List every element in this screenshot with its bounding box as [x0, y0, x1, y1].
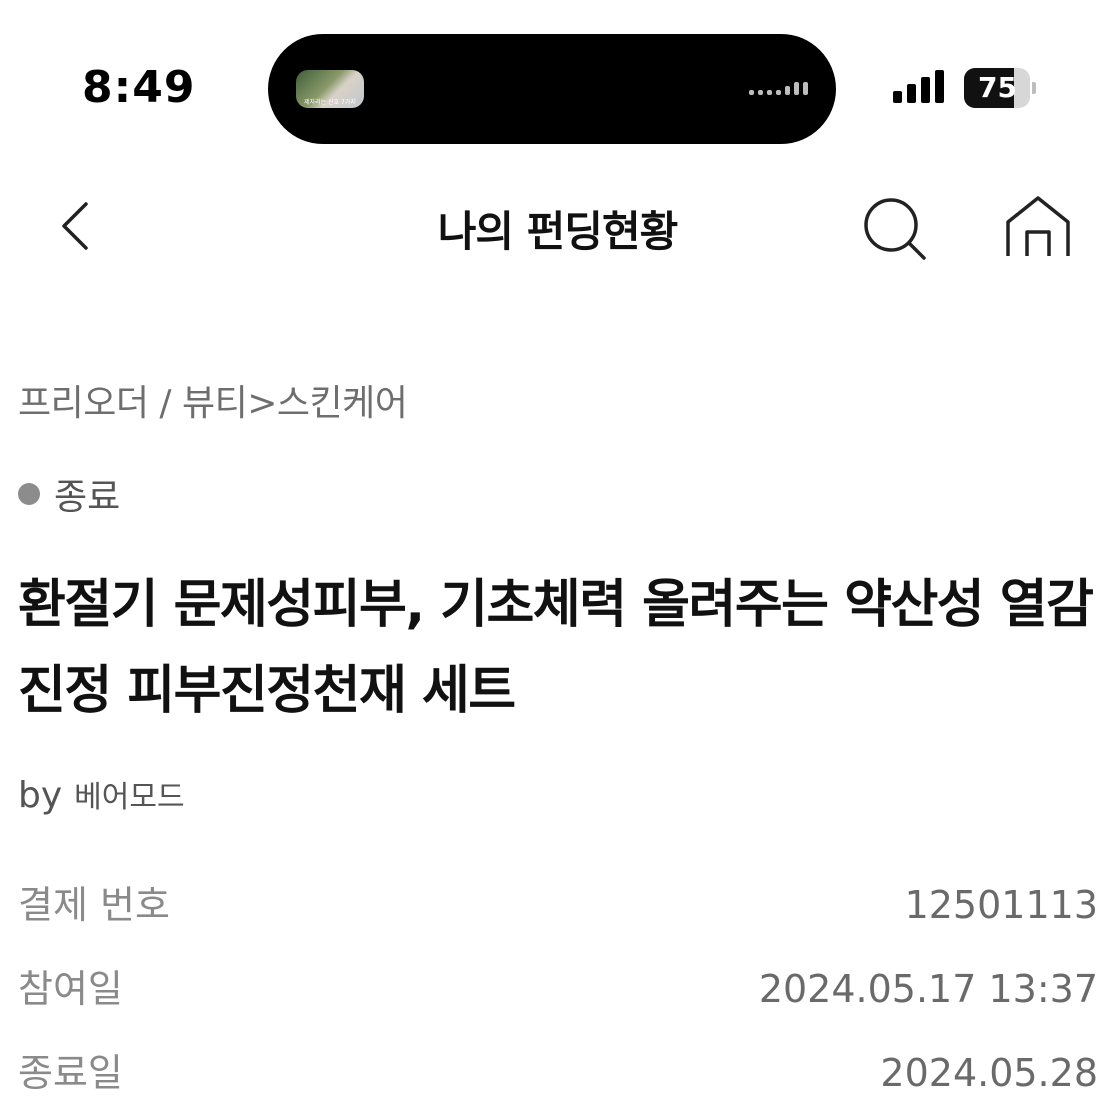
search-icon — [864, 198, 926, 260]
screen: 8:49 제자리는 신호 7가지 75 나의 펀딩현황 프리오더 / 뷰티>스킨… — [0, 0, 1115, 1115]
project-status: 종료 — [18, 468, 120, 520]
status-badge: 종료 — [54, 477, 121, 518]
battery-cap — [1032, 82, 1036, 94]
participation-date-label: 참여일 — [18, 967, 123, 1011]
search-button[interactable] — [860, 194, 930, 264]
home-button[interactable] — [1002, 192, 1074, 264]
end-date-value: 2024.05.28 — [880, 1051, 1098, 1095]
maker-name[interactable]: 베어모드 — [74, 772, 184, 816]
video-thumbnail[interactable]: 제자리는 신호 7가지 — [296, 70, 364, 108]
payment-number-value: 12501113 — [904, 883, 1098, 927]
participation-date-value: 2024.05.17 13:37 — [758, 967, 1098, 1011]
status-time: 8:49 — [82, 62, 196, 113]
battery-icon: 75 — [964, 68, 1031, 108]
project-title[interactable]: 환절기 문제성피부, 기초체력 올려주는 약산성 열감 진정 피부진정천재 세트 — [18, 562, 1098, 734]
maker-row[interactable]: by 베어모드 — [18, 772, 185, 816]
status-dot-icon — [18, 483, 40, 505]
navigation-bar: 나의 펀딩현황 — [0, 170, 1115, 290]
dynamic-island[interactable]: 제자리는 신호 7가지 — [268, 34, 836, 144]
project-category: 프리오더 / 뷰티>스킨케어 — [18, 383, 408, 424]
participation-date-row: 참여일 2024.05.17 13:37 — [18, 958, 1098, 1013]
maker-by-label: by — [18, 775, 63, 816]
thumbnail-caption: 제자리는 신호 7가지 — [304, 99, 356, 106]
audio-level-icon — [749, 82, 808, 95]
payment-number-row: 결제 번호 12501113 — [18, 874, 1098, 929]
cellular-signal-icon — [893, 70, 944, 103]
end-date-label: 종료일 — [18, 1051, 123, 1095]
page-title: 나의 펀딩현황 — [437, 207, 678, 256]
end-date-row: 종료일 2024.05.28 — [18, 1042, 1098, 1097]
home-icon — [1006, 196, 1070, 256]
payment-number-label: 결제 번호 — [18, 883, 170, 927]
status-bar: 8:49 제자리는 신호 7가지 75 — [0, 0, 1115, 150]
battery-percent: 75 — [978, 71, 1017, 104]
battery-indicator: 75 — [964, 68, 1036, 108]
